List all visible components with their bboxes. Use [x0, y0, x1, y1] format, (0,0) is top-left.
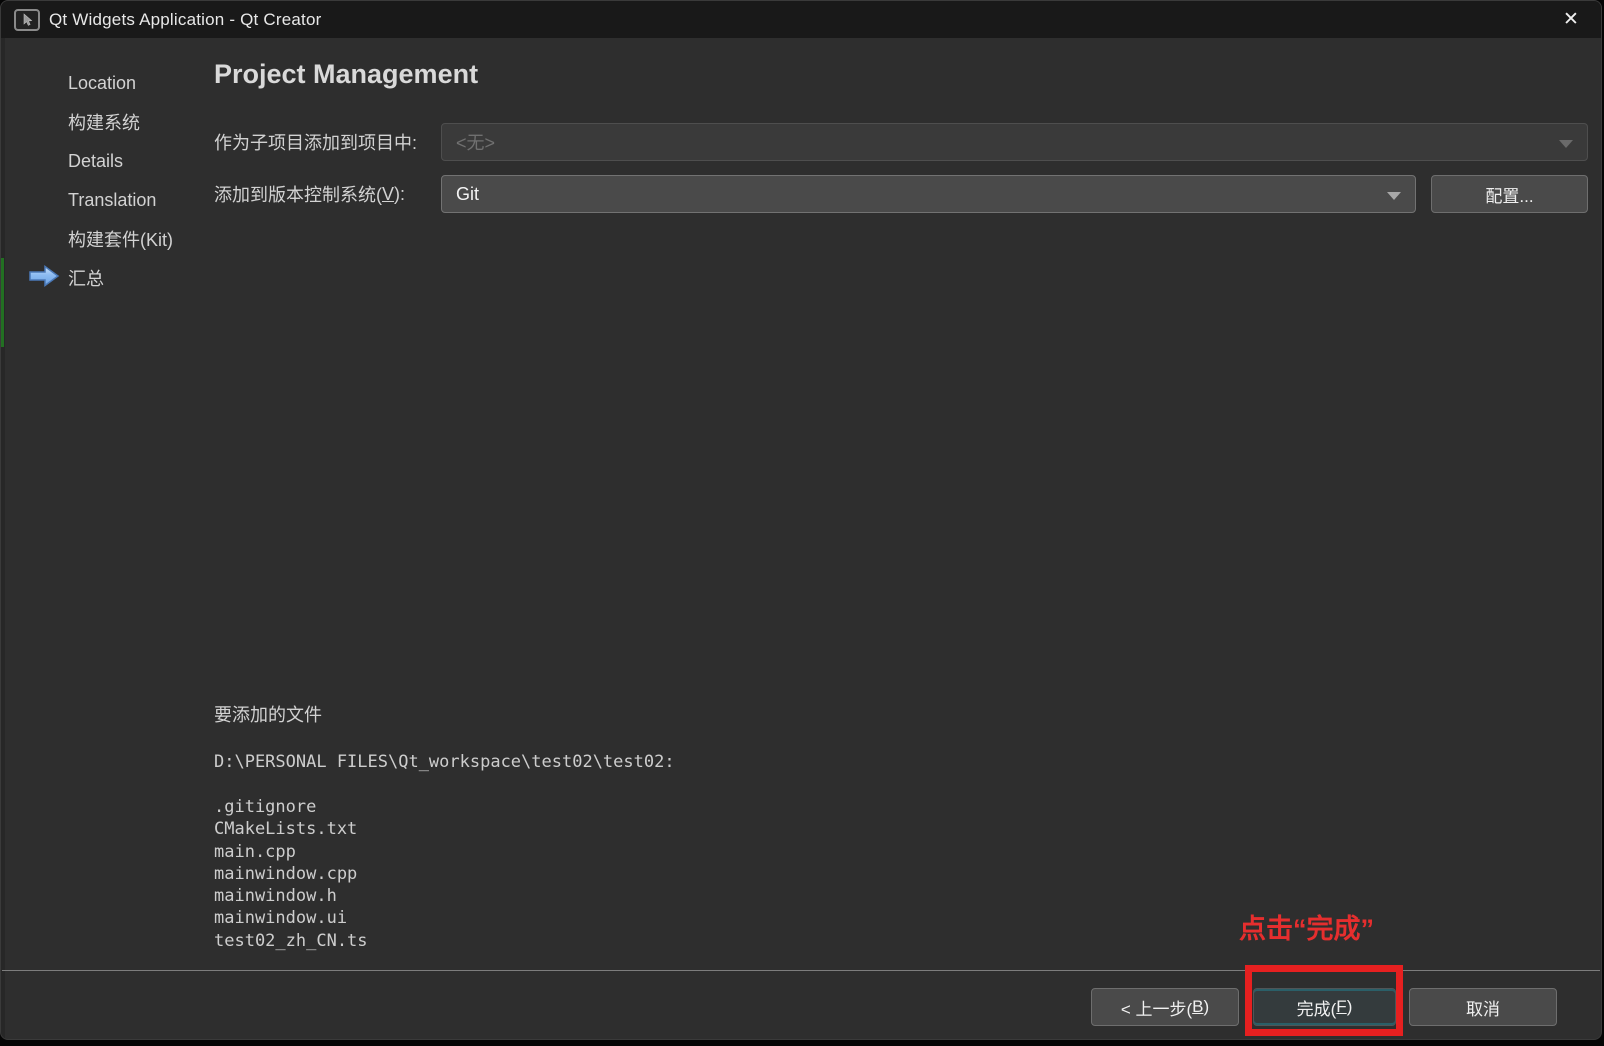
file-item: mainwindow.h	[214, 885, 368, 907]
project-path: D:\PERSONAL FILES\Qt_workspace\test02\te…	[214, 752, 675, 772]
file-item: CMakeLists.txt	[214, 818, 368, 840]
subproject-combobox: <无>	[441, 123, 1588, 161]
subproject-value: <无>	[456, 129, 495, 155]
sidebar-item-location[interactable]: Location	[68, 69, 136, 97]
wizard-dialog: Qt Widgets Application - Qt Creator ✕ Lo…	[0, 0, 1602, 1040]
annotation-click-finish: 点击“完成”	[1239, 907, 1374, 946]
sidebar-item-details[interactable]: Details	[68, 147, 123, 175]
sidebar-item-translation[interactable]: Translation	[68, 186, 156, 214]
close-button[interactable]: ✕	[1549, 1, 1593, 38]
current-step-arrow-icon	[28, 264, 60, 288]
file-item: .gitignore	[214, 796, 368, 818]
sidebar-item-summary[interactable]: 汇总	[68, 264, 104, 292]
page-title: Project Management	[214, 59, 478, 90]
file-item: mainwindow.ui	[214, 907, 368, 929]
green-edge-accent	[1, 258, 4, 347]
cursor-icon	[20, 13, 34, 27]
file-item: mainwindow.cpp	[214, 863, 368, 885]
vcs-label: 添加到版本控制系统(V):	[214, 175, 405, 213]
window-title: Qt Widgets Application - Qt Creator	[49, 10, 322, 30]
close-icon: ✕	[1563, 8, 1579, 31]
file-item: test02_zh_CN.ts	[214, 930, 368, 952]
back-button[interactable]: < 上一步(B)	[1091, 988, 1239, 1026]
red-highlight-box	[1245, 965, 1403, 1036]
vcs-value: Git	[456, 184, 479, 205]
cancel-button[interactable]: 取消	[1409, 988, 1557, 1026]
subproject-label: 作为子项目添加到项目中:	[214, 123, 417, 161]
sidebar-item-build-system[interactable]: 构建系统	[68, 108, 140, 136]
window-left-border	[1, 38, 5, 1039]
file-item: main.cpp	[214, 841, 368, 863]
dropdown-arrow-icon	[1559, 140, 1573, 148]
file-list: .gitignore CMakeLists.txt main.cpp mainw…	[214, 796, 368, 952]
vcs-combobox[interactable]: Git	[441, 175, 1416, 213]
files-heading: 要添加的文件	[214, 701, 322, 727]
dropdown-arrow-icon	[1387, 192, 1401, 200]
configure-button[interactable]: 配置...	[1431, 175, 1588, 213]
app-icon	[14, 9, 40, 31]
window-titlebar: Qt Widgets Application - Qt Creator ✕	[1, 1, 1601, 38]
sidebar-item-kits[interactable]: 构建套件(Kit)	[68, 225, 173, 253]
